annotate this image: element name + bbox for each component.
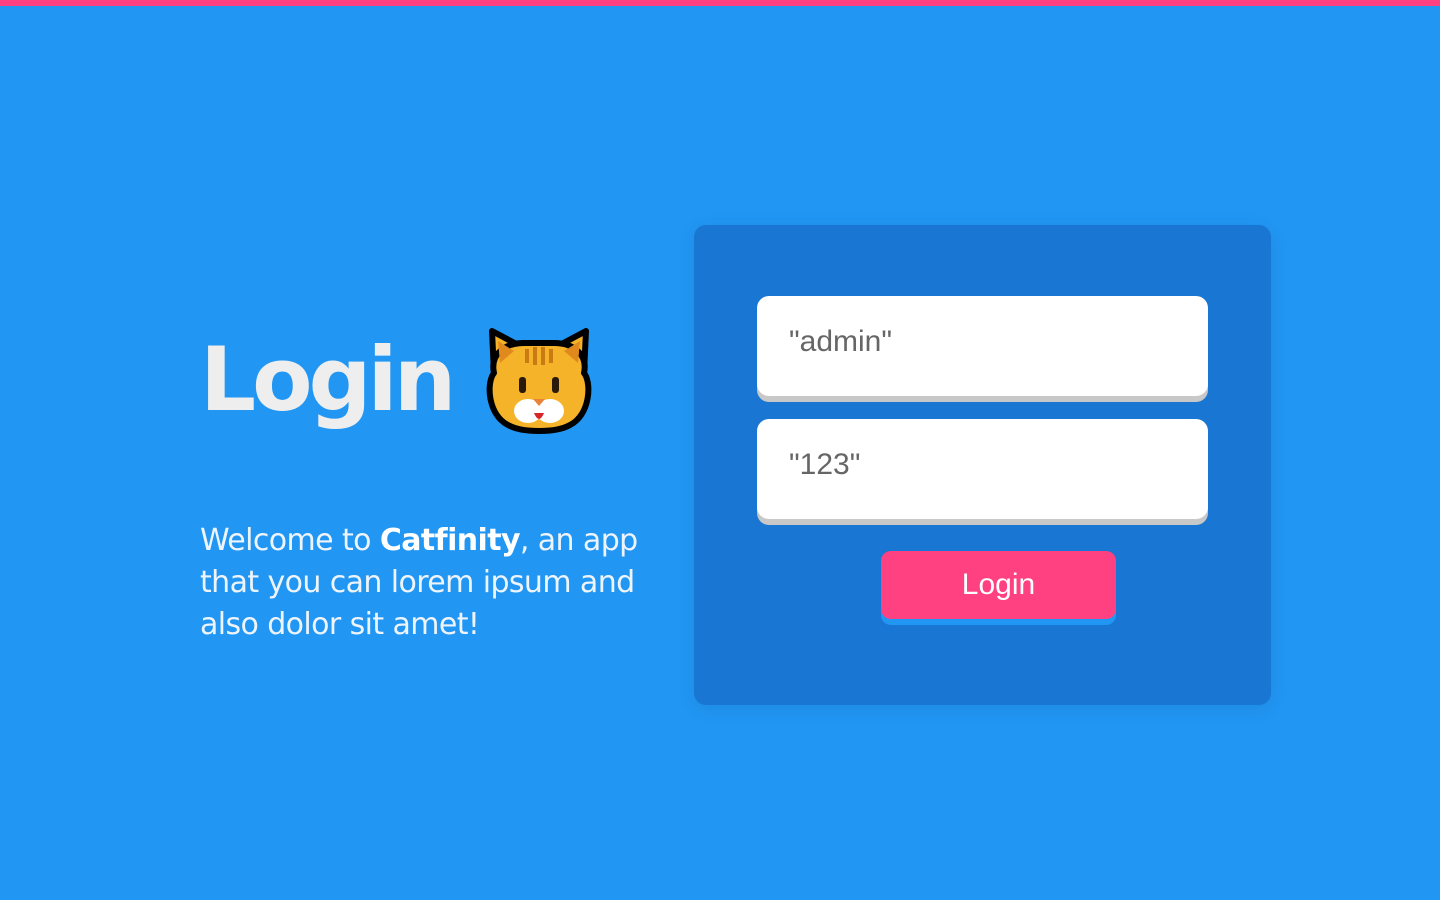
- app-name: Catfinity: [379, 523, 521, 558]
- welcome-text: Welcome to Catfinity, an app that you ca…: [200, 520, 640, 646]
- page-title: Login: [200, 328, 456, 431]
- password-input[interactable]: [757, 419, 1208, 519]
- top-accent-bar: [0, 0, 1440, 6]
- welcome-prefix: Welcome to: [200, 523, 380, 558]
- login-card: Login: [694, 225, 1271, 705]
- cat-face-icon: [484, 325, 594, 435]
- login-button[interactable]: Login: [881, 551, 1116, 619]
- intro-section: Login Welcome to Catfinity, an app that …: [200, 320, 640, 646]
- title-row: Login: [200, 320, 640, 440]
- username-input[interactable]: [757, 296, 1208, 396]
